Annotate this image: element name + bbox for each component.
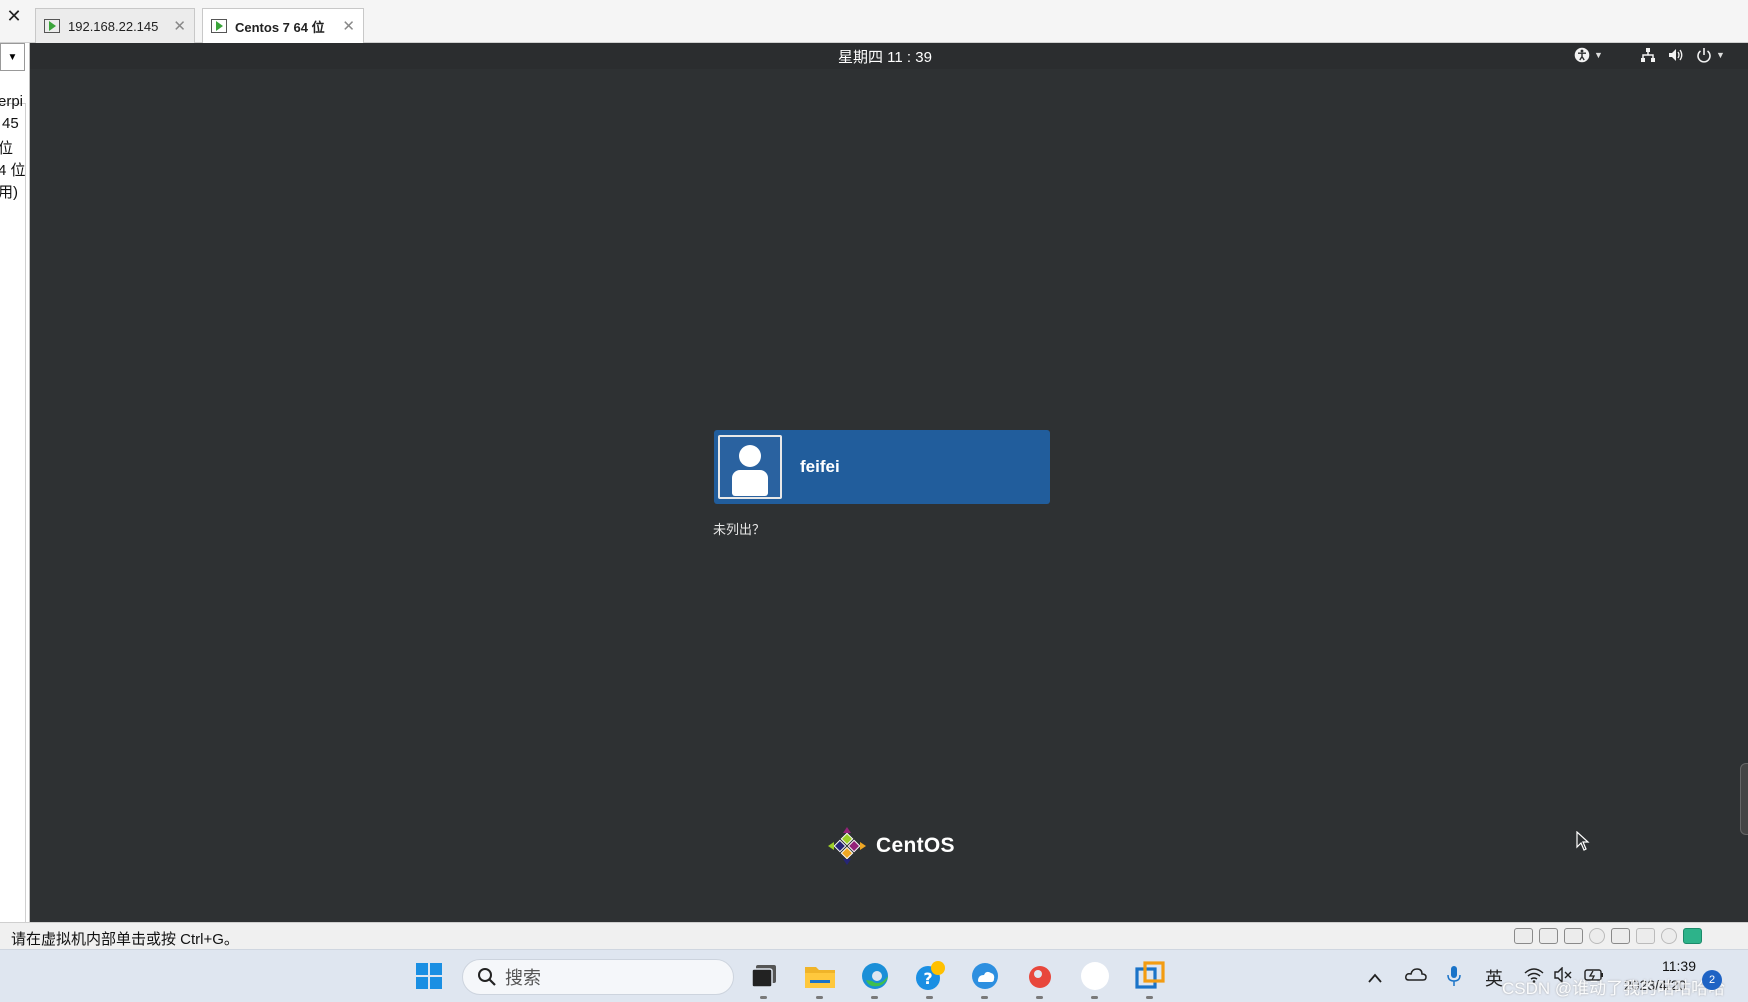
centos-logo-text: CentOS xyxy=(876,834,955,857)
microphone-icon[interactable] xyxy=(1446,965,1462,992)
chevron-down-icon: ▼ xyxy=(1594,50,1603,60)
weather-app-icon[interactable] xyxy=(969,960,1001,999)
sidebar-text: 用) xyxy=(0,184,18,201)
close-icon[interactable]: ✕ xyxy=(0,0,28,32)
windows-taskbar: 搜索 ? 英 11:39 2023/4/20 CSDN @谁动了我的咕咕哈哈 2 xyxy=(0,949,1748,1002)
edge-browser-icon[interactable] xyxy=(859,960,891,999)
power-menu[interactable]: ▼ xyxy=(1696,47,1725,63)
tab-192-168-22-145[interactable]: 192.168.22.145 ✕ xyxy=(35,8,195,43)
file-explorer-icon[interactable] xyxy=(804,960,836,999)
sidebar-text: 位 xyxy=(0,137,13,158)
chevron-down-icon: ▼ xyxy=(1716,50,1725,60)
network-icon xyxy=(1641,48,1655,62)
get-help-icon[interactable]: ? xyxy=(914,960,946,999)
sidebar-text: 4 位 xyxy=(0,162,26,179)
taskbar-search[interactable]: 搜索 xyxy=(462,959,734,995)
centos-logo-icon xyxy=(828,827,866,865)
search-icon xyxy=(478,968,496,986)
tab-label: Centos 7 64 位 xyxy=(235,19,325,35)
vm-icon xyxy=(44,19,60,33)
vmware-status-bar: 请在虚拟机内部单击或按 Ctrl+G。 xyxy=(0,922,1748,949)
vmware-tab-bar: ✕ 192.168.22.145 ✕ Centos 7 64 位 ✕ xyxy=(0,0,1748,43)
scroll-handle[interactable] xyxy=(1740,763,1748,835)
accessibility-menu[interactable]: ▼ xyxy=(1574,47,1603,63)
tab-label: 192.168.22.145 xyxy=(68,18,159,34)
app-icon-red[interactable] xyxy=(1024,960,1056,999)
username: feifei xyxy=(800,457,840,476)
accessibility-icon xyxy=(1574,47,1590,63)
volume-icon[interactable] xyxy=(1668,47,1684,63)
usb-icon[interactable] xyxy=(1661,928,1677,944)
clock[interactable]: 星期四 11 : 39 xyxy=(838,46,932,67)
notification-badge[interactable]: 2 xyxy=(1702,970,1722,990)
taskbar-time[interactable]: 11:39 xyxy=(1659,958,1699,974)
windows-start-icon[interactable] xyxy=(413,960,445,992)
vm-console[interactable]: 星期四 11 : 39 ▼ ▼ feifei 未列出？ CentOS xyxy=(30,43,1748,922)
onedrive-icon[interactable] xyxy=(1405,966,1427,987)
search-label: 搜索 xyxy=(505,968,541,988)
tab-centos-7-64[interactable]: Centos 7 64 位 ✕ xyxy=(202,8,364,43)
mouse-cursor-icon xyxy=(1576,831,1590,851)
tab-close-icon[interactable]: ✕ xyxy=(342,17,355,35)
screen: ✕ 192.168.22.145 ✕ Centos 7 64 位 ✕ ▼ erp… xyxy=(0,0,1748,1002)
volume-icon xyxy=(1669,49,1683,61)
sidebar-text: erpi xyxy=(0,93,24,110)
power-icon xyxy=(1697,48,1711,63)
message-icon[interactable] xyxy=(1683,928,1702,944)
tab-close-icon[interactable]: ✕ xyxy=(173,17,186,35)
sound-card-icon[interactable] xyxy=(1636,928,1655,944)
network-icon[interactable] xyxy=(1640,47,1656,63)
task-view-icon[interactable] xyxy=(748,960,780,999)
gnome-top-bar: 星期四 11 : 39 ▼ ▼ xyxy=(30,43,1748,69)
vmware-workstation-icon[interactable] xyxy=(1134,960,1166,999)
library-sidebar: ▼ erpi 45 位 4 位 用) xyxy=(0,43,30,922)
avatar xyxy=(718,435,782,499)
cd-drive-icon[interactable] xyxy=(1589,928,1605,944)
not-listed-link[interactable]: 未列出？ xyxy=(713,519,765,538)
chevron-down-icon[interactable]: ▼ xyxy=(0,43,25,71)
user-list-item[interactable]: feifei xyxy=(714,430,1050,504)
status-hint: 请在虚拟机内部单击或按 Ctrl+G。 xyxy=(11,931,239,948)
hard-disk-icon[interactable] xyxy=(1514,928,1533,944)
device-icons xyxy=(1514,928,1702,944)
network-adapter-icon[interactable] xyxy=(1611,928,1630,944)
watermark: CSDN @谁动了我的咕咕哈哈 xyxy=(1502,979,1726,998)
svg-text:?: ? xyxy=(923,969,932,988)
sidebar-text: 45 xyxy=(2,115,19,132)
chevron-up-icon[interactable] xyxy=(1367,968,1383,989)
hard-disk-icon[interactable] xyxy=(1539,928,1558,944)
app-icon-white[interactable] xyxy=(1079,960,1111,999)
vm-icon xyxy=(211,19,227,33)
ime-indicator[interactable]: 英 xyxy=(1485,965,1503,991)
sidebar-panel xyxy=(0,103,26,922)
centos-logo: CentOS xyxy=(826,825,955,867)
hard-disk-icon[interactable] xyxy=(1564,928,1583,944)
